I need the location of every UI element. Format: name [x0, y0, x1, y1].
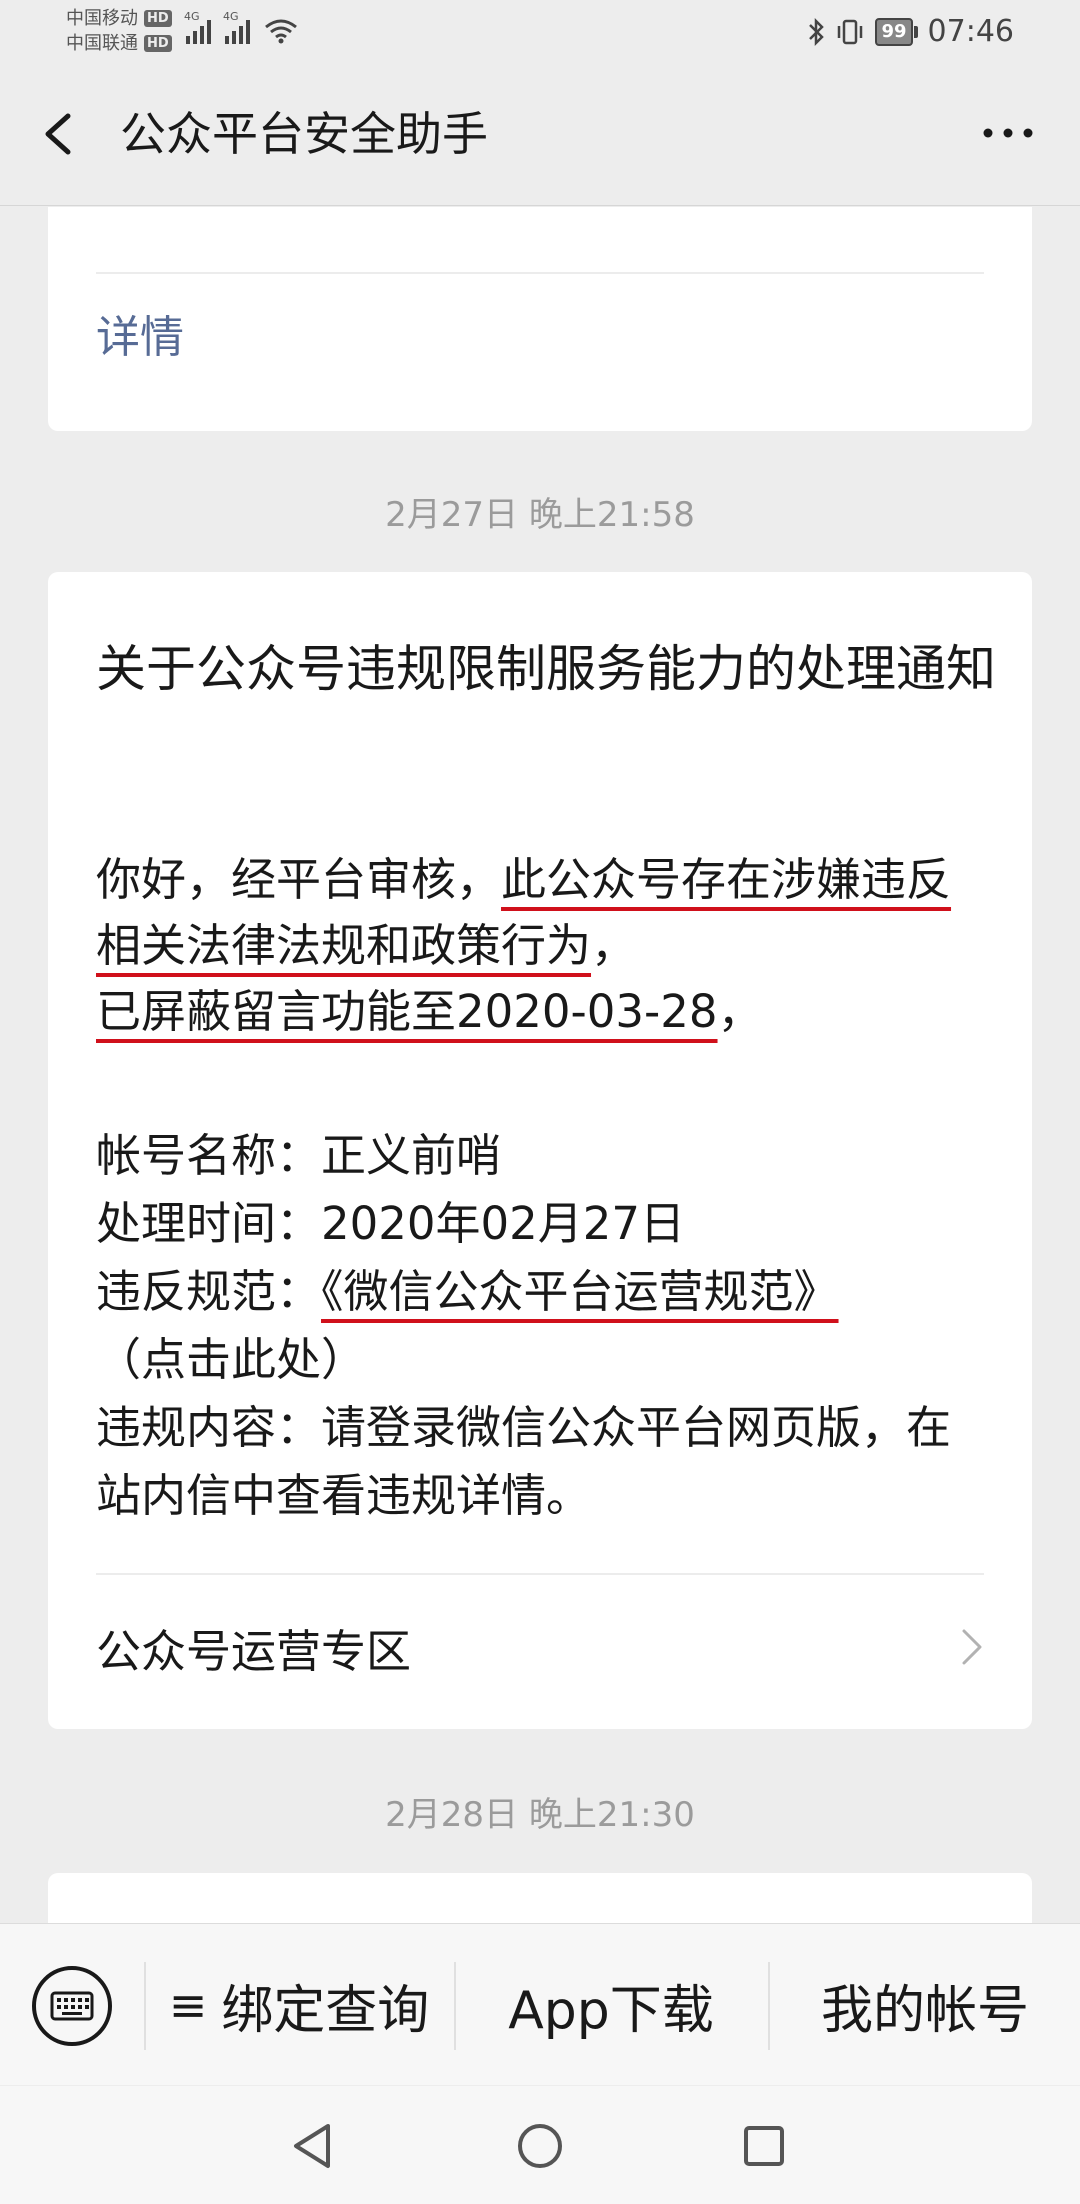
divider — [96, 1573, 984, 1575]
status-bar: 中国移动 HD 中国联通 HD 4G 4G 99 07:46 — [0, 0, 1080, 66]
back-arrow-icon[interactable] — [38, 104, 78, 164]
process-time-label: 处理时间： — [96, 1197, 322, 1250]
carrier-2-label: 中国联通 — [66, 33, 138, 54]
system-nav-bar — [0, 2086, 1080, 2204]
details-link[interactable]: 详情 — [96, 301, 184, 365]
process-time-value: 2020年02月27日 — [321, 1197, 686, 1250]
divider — [96, 272, 984, 274]
my-account-menu[interactable]: 我的帐号 — [770, 1924, 1080, 2086]
hd-badge: HD — [144, 35, 172, 52]
chat-header: 公众平台安全助手 — [0, 66, 1080, 206]
bind-query-menu[interactable]: ≡ 绑定查询 — [146, 1924, 452, 2086]
chat-title: 公众平台安全助手 — [120, 107, 488, 161]
battery-level: 99 — [875, 17, 913, 46]
next-message-card — [48, 1873, 1032, 1923]
account-menu-bar: ≡ 绑定查询 App下载 我的帐号 — [0, 1923, 1080, 2085]
bind-query-label: 绑定查询 — [221, 1980, 430, 2041]
app-download-label: App下载 — [508, 1980, 714, 2041]
carrier-info: 中国移动 HD 中国联通 HD — [66, 6, 172, 56]
nav-recent-apps-icon[interactable] — [732, 2114, 796, 2178]
click-here-link[interactable]: （点击此处） — [96, 1333, 366, 1386]
notice-message-card[interactable]: 关于公众号违规限制服务能力的处理通知 你好，经平台审核，此公众号存在涉嫌违反相关… — [48, 572, 1032, 1729]
chevron-right-icon — [962, 1629, 982, 1665]
status-time: 07:46 — [927, 14, 1014, 49]
message-list[interactable]: 详情 2月27日 晚上21:58 关于公众号违规限制服务能力的处理通知 你好，经… — [0, 207, 1080, 1923]
operations-zone-label: 公众号运营专区 — [96, 1624, 412, 1678]
previous-message-card: 详情 — [48, 207, 1032, 431]
carrier-1-label: 中国移动 — [66, 8, 138, 29]
hd-badge: HD — [144, 10, 172, 27]
wifi-icon — [265, 19, 297, 44]
message-timestamp: 2月28日 晚上21:30 — [385, 1795, 695, 1835]
violated-rule-label: 违反规范： — [96, 1265, 322, 1318]
signal-icon: 4G — [223, 10, 250, 44]
account-name-value: 正义前哨 — [321, 1129, 502, 1182]
violation-content-label: 违规内容： — [96, 1401, 322, 1454]
operations-zone-link[interactable]: 公众号运营专区 — [96, 1602, 984, 1692]
notice-details: 帐号名称：正义前哨 处理时间：2020年02月27日 违反规范：《微信公众平台运… — [96, 1122, 996, 1530]
nav-home-icon[interactable] — [508, 2114, 572, 2178]
menu-list-icon: ≡ — [168, 1978, 208, 2032]
operating-rules-link[interactable]: 《微信公众平台运营规范》 — [321, 1265, 839, 1318]
keyboard-toggle-icon[interactable] — [30, 1964, 114, 2048]
notice-title: 关于公众号违规限制服务能力的处理通知 — [96, 640, 996, 698]
message-timestamp: 2月27日 晚上21:58 — [385, 495, 695, 535]
vibrate-icon — [838, 19, 863, 44]
account-name-label: 帐号名称： — [96, 1129, 322, 1182]
signal-icon: 4G — [184, 10, 211, 44]
app-download-menu[interactable]: App下载 — [456, 1924, 766, 2086]
bluetooth-icon — [809, 17, 825, 46]
nav-back-icon[interactable] — [282, 2114, 346, 2178]
more-options-icon[interactable] — [978, 118, 1038, 148]
battery-icon: 99 — [875, 17, 918, 46]
my-account-label: 我的帐号 — [820, 1980, 1029, 2041]
notice-body: 你好，经平台审核，此公众号存在涉嫌违反相关法律法规和政策行为， 已屏蔽留言功能至2… — [96, 853, 952, 1038]
highlighted-restriction-text: 已屏蔽留言功能至2020-03-28 — [96, 985, 718, 1038]
